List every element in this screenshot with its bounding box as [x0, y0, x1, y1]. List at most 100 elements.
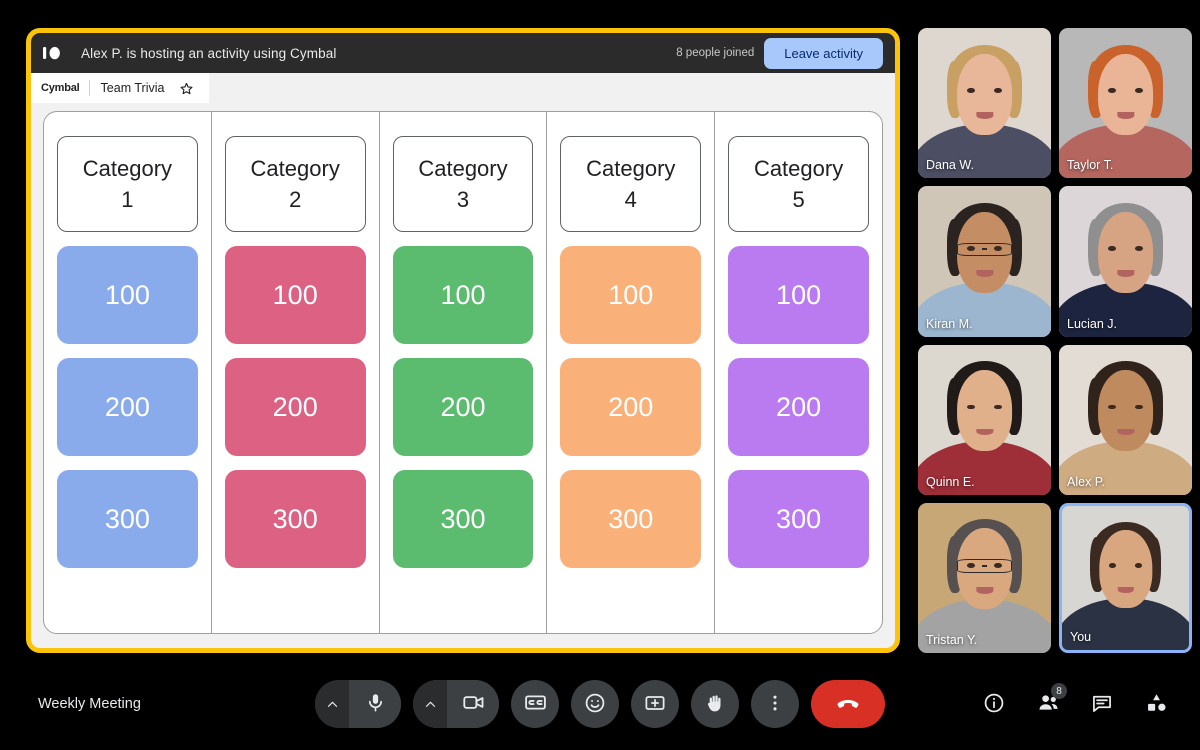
camera-toggle-button[interactable]: [447, 680, 499, 728]
category-card[interactable]: Category 2: [224, 136, 366, 232]
point-tile[interactable]: 200: [57, 358, 198, 456]
participant-tile[interactable]: Alex P.: [1059, 344, 1192, 495]
participant-video: [918, 186, 1051, 337]
category-card[interactable]: Category 1: [57, 136, 198, 232]
category-label-line1: Category: [753, 155, 844, 181]
participant-count-badge: 8: [1051, 683, 1067, 699]
present-button[interactable]: [631, 680, 679, 728]
more-vertical-icon: [765, 693, 785, 716]
participant-name-label: Tristan Y.: [926, 633, 978, 647]
cymbal-logo-icon: [43, 43, 71, 63]
board-column: Category 3 100 200 300: [380, 112, 548, 633]
category-card[interactable]: Category 3: [392, 136, 534, 232]
category-label-line2: 5: [792, 187, 805, 212]
participant-name-label: You: [1070, 630, 1092, 644]
more-options-button[interactable]: [751, 680, 799, 728]
chat-button[interactable]: [1080, 682, 1124, 726]
activity-title: Alex P. is hosting an activity using Cym…: [81, 45, 337, 61]
secondary-controls: 8: [972, 682, 1178, 726]
participant-video: [1062, 505, 1189, 650]
chat-bubble-icon: [1091, 692, 1113, 717]
category-label-line1: Category: [82, 155, 173, 181]
point-tile[interactable]: 300: [57, 470, 198, 568]
microphone-control-group: [315, 680, 401, 728]
meeting-details-button[interactable]: [972, 682, 1016, 726]
activity-breadcrumb-strip: Cymbal Team Trivia: [31, 73, 895, 103]
point-tile[interactable]: 200: [560, 358, 702, 456]
point-tile[interactable]: 300: [224, 470, 366, 568]
meeting-control-bar: Weekly Meeting 8: [0, 658, 1200, 750]
point-tile[interactable]: 200: [392, 358, 534, 456]
point-tile[interactable]: 300: [392, 470, 534, 568]
breadcrumb-brand[interactable]: Cymbal: [41, 82, 89, 94]
participant-tile[interactable]: Kiran M.: [918, 186, 1051, 337]
trivia-board-wrapper: Category 1 100 200 300 Category 2 100 200 300 Cate…: [31, 103, 895, 648]
primary-controls: [315, 680, 885, 728]
trivia-board: Category 1 100 200 300 Category 2 100 200 300 Cate…: [43, 111, 883, 634]
participant-video: [1059, 28, 1192, 179]
reactions-button[interactable]: [571, 680, 619, 728]
participant-name-label: Dana W.: [926, 158, 974, 173]
participant-tile[interactable]: Tristan Y.: [918, 502, 1051, 653]
emoji-smiley-icon: [584, 692, 606, 717]
category-label-line2: 1: [121, 187, 134, 212]
category-label-line2: 2: [289, 187, 302, 212]
leave-call-button[interactable]: [811, 680, 885, 728]
participant-tile[interactable]: Dana W.: [918, 28, 1051, 179]
board-column: Category 1 100 200 300: [44, 112, 212, 633]
point-tile[interactable]: 100: [560, 246, 702, 344]
microphone-options-chevron-up-icon[interactable]: [315, 680, 349, 728]
info-circle-icon: [983, 692, 1005, 717]
phone-hangup-icon: [835, 690, 861, 719]
breadcrumb-activity-name[interactable]: Team Trivia: [90, 81, 181, 95]
participant-name-label: Taylor T.: [1067, 158, 1114, 173]
category-label-line2: 4: [624, 187, 637, 212]
camera-control-group: [413, 680, 499, 728]
activities-shapes-icon: [1145, 691, 1168, 717]
participant-filmstrip: Dana W. Taylor T. Kiran M. Lucian J. Quinn E…: [918, 28, 1192, 653]
board-column: Category 2 100 200 300: [212, 112, 380, 633]
video-camera-icon: [462, 691, 485, 717]
participant-tile[interactable]: Taylor T.: [1059, 28, 1192, 179]
participant-tile[interactable]: You: [1059, 502, 1192, 653]
star-outline-icon[interactable]: [180, 82, 209, 95]
category-card[interactable]: Category 5: [728, 136, 869, 232]
category-label-line1: Category: [586, 155, 676, 181]
point-tile[interactable]: 300: [728, 470, 869, 568]
participant-name-label: Lucian J.: [1067, 316, 1118, 331]
activity-header-bar: Alex P. is hosting an activity using Cym…: [31, 33, 895, 73]
activities-button[interactable]: [1134, 682, 1178, 726]
point-tile[interactable]: 100: [57, 246, 198, 344]
google-meet-window: Alex P. is hosting an activity using Cym…: [0, 0, 1200, 750]
point-tile[interactable]: 200: [728, 358, 869, 456]
participant-tile[interactable]: Quinn E.: [918, 344, 1051, 495]
participant-video: [918, 502, 1051, 653]
point-tile[interactable]: 100: [392, 246, 534, 344]
category-label-line1: Category: [418, 155, 508, 181]
participant-video: [918, 28, 1051, 179]
point-tile[interactable]: 100: [728, 246, 869, 344]
point-tile[interactable]: 200: [224, 358, 366, 456]
point-tile[interactable]: 100: [224, 246, 366, 344]
breadcrumb: Cymbal Team Trivia: [31, 73, 210, 103]
participant-name-label: Quinn E.: [926, 474, 975, 489]
participant-name-label: Kiran M.: [926, 316, 973, 331]
microphone-toggle-button[interactable]: [349, 680, 401, 728]
meeting-name-label: Weekly Meeting: [38, 696, 141, 712]
category-label-line1: Category: [250, 155, 340, 181]
leave-activity-button[interactable]: Leave activity: [764, 37, 883, 69]
participants-button[interactable]: 8: [1026, 682, 1070, 726]
point-tile[interactable]: 300: [560, 470, 702, 568]
participant-video: [918, 344, 1051, 495]
joined-count-label: 8 people joined: [676, 47, 755, 59]
captions-button[interactable]: [511, 680, 559, 728]
category-card[interactable]: Category 4: [560, 136, 702, 232]
participant-video: [1059, 344, 1192, 495]
activity-stage: Alex P. is hosting an activity using Cym…: [26, 28, 900, 653]
participant-tile[interactable]: Lucian J.: [1059, 186, 1192, 337]
board-column: Category 5 100 200 300: [715, 112, 882, 633]
camera-options-chevron-up-icon[interactable]: [413, 680, 447, 728]
present-screen-icon: [644, 692, 666, 717]
raise-hand-button[interactable]: [691, 680, 739, 728]
participant-video: [1059, 186, 1192, 337]
